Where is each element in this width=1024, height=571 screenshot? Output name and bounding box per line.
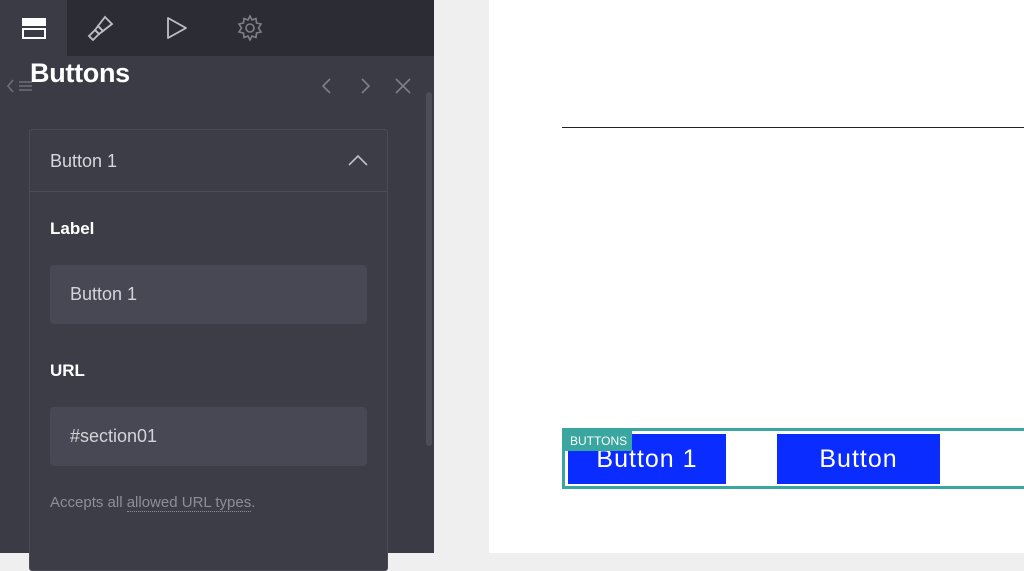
chevron-up-icon[interactable] bbox=[348, 154, 368, 166]
label-input[interactable] bbox=[50, 265, 367, 324]
tab-settings[interactable] bbox=[216, 0, 283, 56]
url-help-text: Accepts all allowed URL types. bbox=[50, 494, 256, 512]
card-title: Button 1 bbox=[50, 151, 118, 171]
divider-line bbox=[562, 127, 1024, 128]
layout-icon bbox=[21, 18, 46, 39]
previous-icon[interactable] bbox=[320, 77, 334, 95]
preview-button-2[interactable]: Button bbox=[777, 434, 940, 484]
next-icon[interactable] bbox=[358, 77, 372, 95]
help-suffix: . bbox=[251, 494, 256, 511]
button-settings-card: Button 1 Label URL Accepts all allowed U… bbox=[29, 129, 388, 571]
sidebar-toolbar bbox=[0, 0, 434, 56]
editor-sidebar: Buttons Button 1 Label URL Accepts all a… bbox=[0, 0, 434, 571]
preview-canvas: Button 1 Button BUTTONS bbox=[489, 0, 1024, 553]
url-input[interactable] bbox=[50, 407, 367, 466]
block-type-tag: BUTTONS bbox=[565, 431, 633, 451]
sidebar-scrollbar[interactable] bbox=[426, 92, 432, 446]
brush-icon bbox=[87, 15, 113, 42]
close-icon[interactable] bbox=[394, 77, 412, 95]
tab-style[interactable] bbox=[67, 0, 134, 56]
tab-preview[interactable] bbox=[142, 0, 209, 56]
allowed-url-types-link[interactable]: allowed URL types bbox=[126, 494, 252, 512]
help-prefix: Accepts all bbox=[50, 494, 127, 511]
card-header[interactable]: Button 1 bbox=[30, 130, 387, 192]
label-field-label: Label bbox=[50, 219, 95, 238]
gear-icon bbox=[237, 14, 262, 42]
buttons-block[interactable]: Button 1 Button BUTTONS bbox=[562, 428, 1024, 489]
tab-layout[interactable] bbox=[0, 0, 67, 56]
url-field-label: URL bbox=[50, 361, 85, 380]
play-icon bbox=[166, 17, 187, 39]
panel-title: Buttons bbox=[30, 58, 130, 88]
